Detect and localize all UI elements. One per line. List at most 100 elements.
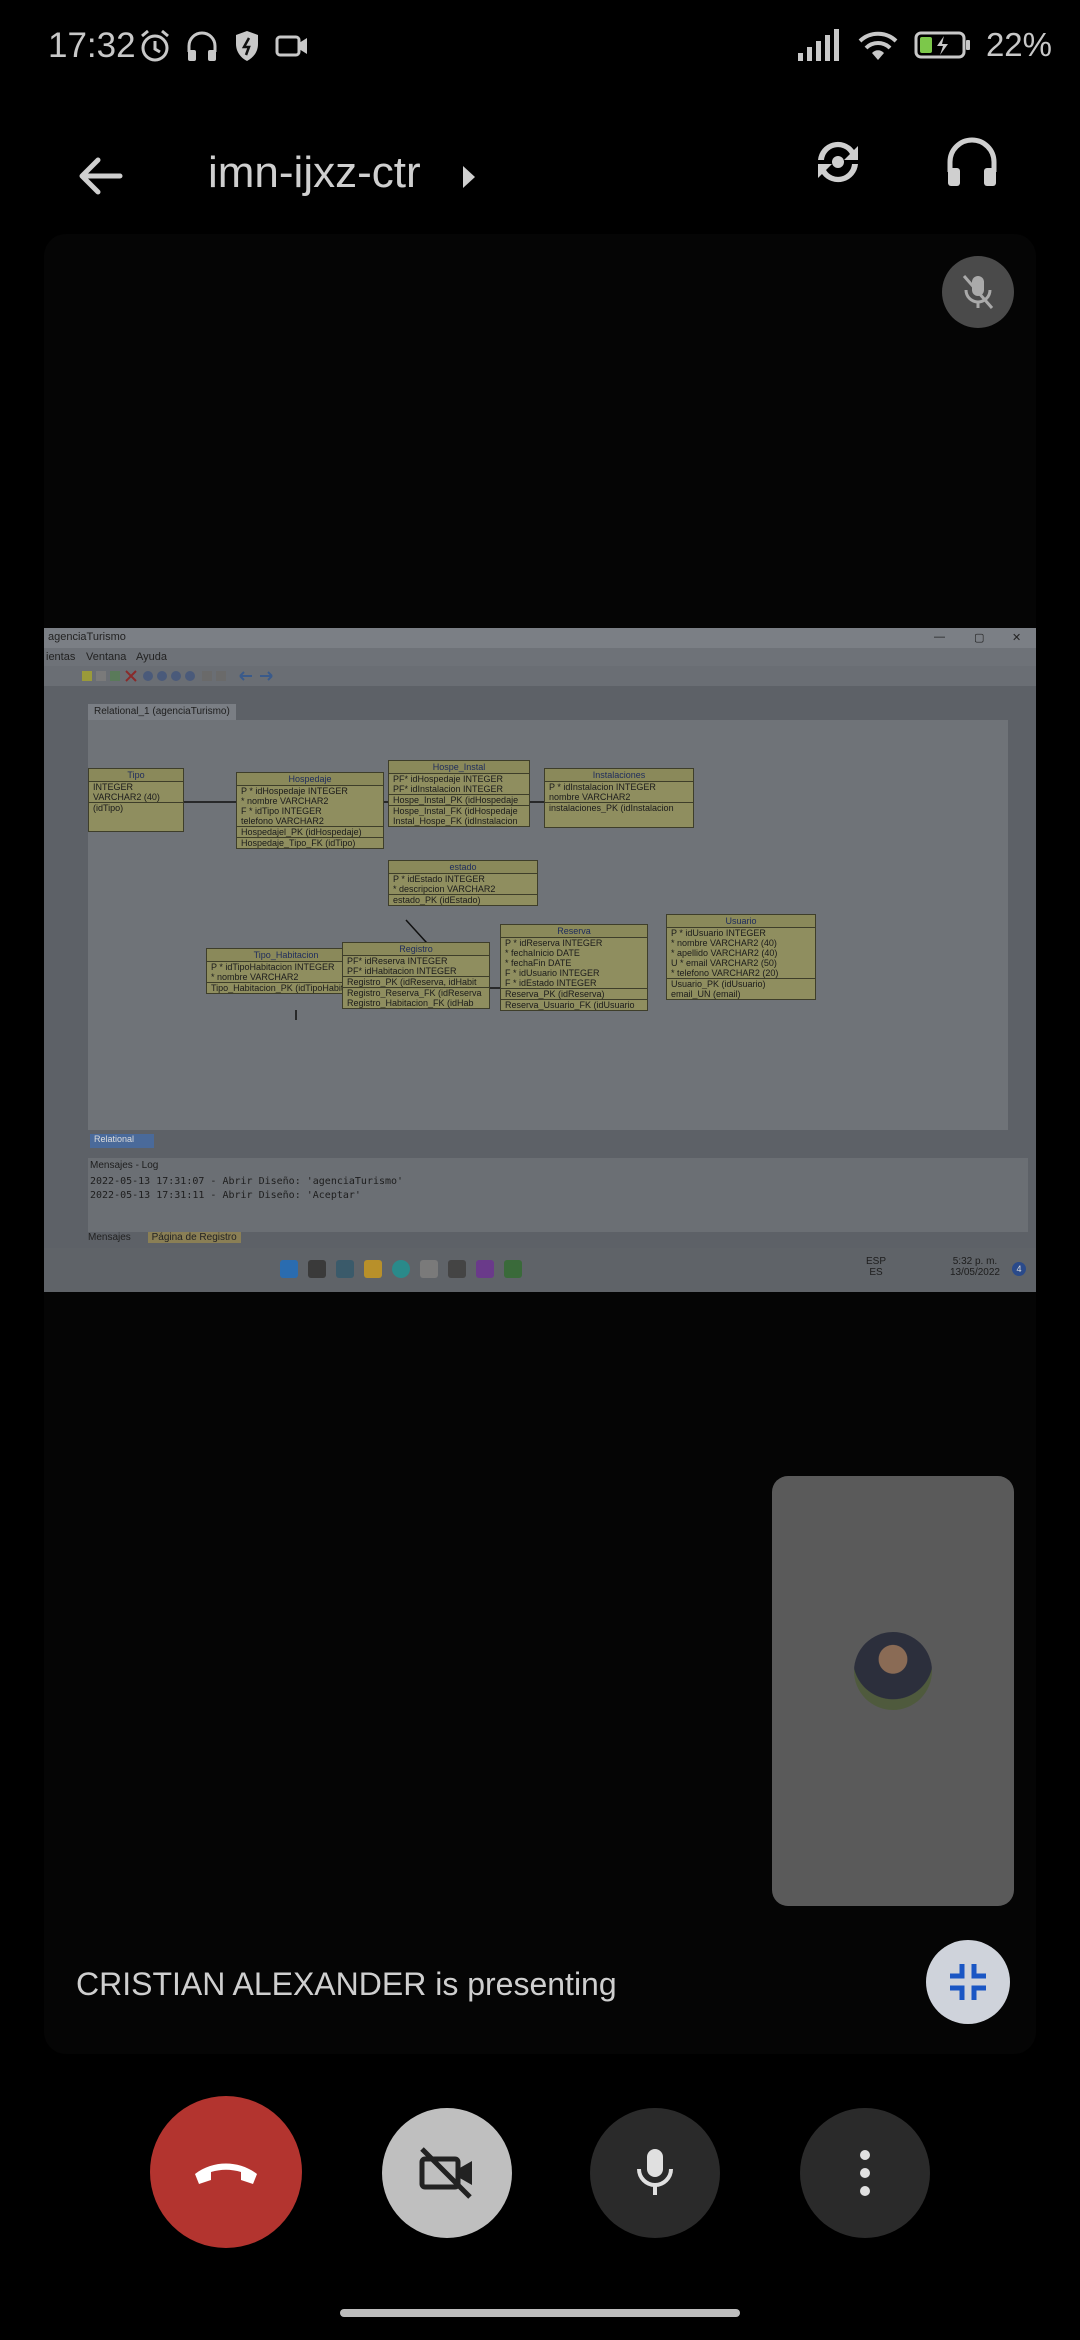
task-view-icon (308, 1260, 326, 1278)
status-left-icons (138, 28, 310, 64)
table-key: estado_PK (idEstado) (389, 894, 537, 905)
close-window-icon: ✕ (1012, 632, 1022, 644)
table-key: Reserva_PK (idReserva) (501, 988, 647, 999)
wifi-icon (858, 31, 898, 60)
home-indicator[interactable] (340, 2309, 740, 2317)
table-title: Usuario (667, 915, 815, 928)
table-key: Registro_Habitacion_FK (idHab (347, 998, 474, 1008)
shared-screen: agenciaTurismo — ▢ ✕ ientas Ventana Ayuda … (44, 628, 1036, 1292)
chevron-right-icon[interactable] (460, 164, 478, 190)
table-column: VARCHAR2 (40) (93, 792, 160, 802)
table-column: PF* idHospedaje INTEGER (393, 774, 504, 784)
menu-item: ientas (46, 651, 76, 663)
table-column: PF* idReserva INTEGER (347, 956, 448, 966)
battery-percent: 22% (985, 26, 1052, 63)
table-key: Reserva_Usuario_FK (idUsuario (501, 999, 647, 1010)
table-instalaciones: Instalaciones P * idInstalacion INTEGER … (544, 768, 694, 828)
mic-off-icon (962, 275, 994, 309)
visual-studio-icon (476, 1260, 494, 1278)
minimize-window-icon: — (934, 631, 945, 643)
table-key: email_UN (email) (671, 989, 741, 999)
menu-item: Ventana (86, 651, 127, 663)
table-estado: estado P * idEstado INTEGER * descripcio… (388, 860, 538, 906)
table-column: F * idTipo INTEGER (241, 806, 322, 816)
sql-developer-icon (504, 1260, 522, 1278)
self-view-tile[interactable] (772, 1476, 1014, 1906)
table-title: Tipo (89, 769, 183, 782)
table-column: P * idReserva INTEGER (505, 938, 603, 948)
meeting-code[interactable]: imn-ijxz-ctr (208, 148, 421, 198)
table-column: PF* idInstalacion INTEGER (393, 784, 504, 794)
desktop-icon (336, 1260, 354, 1278)
call-controls (0, 2096, 1080, 2248)
table-key: Hospedaje_Tipo_FK (idTipo) (237, 837, 383, 848)
table-column: U * email VARCHAR2 (50) (671, 958, 777, 968)
file-explorer-icon (364, 1260, 382, 1278)
presenting-label: CRISTIAN ALEXANDER is presenting (76, 1966, 617, 2002)
window-menu-bar: ientas Ventana Ayuda (44, 648, 1036, 666)
table-column: PF* idHabitacion INTEGER (347, 966, 457, 976)
back-arrow-icon[interactable] (72, 148, 128, 204)
table-registro: Registro PF* idReserva INTEGER PF* idHab… (342, 942, 490, 1009)
taskbar-time: 5:32 p. m. (952, 1256, 998, 1267)
log-panel: Mensajes - Log 2022-05-13 17:31:07 - Abr… (88, 1158, 1028, 1232)
table-key: Hospe_Instal_PK (idHospedaje (389, 794, 529, 805)
er-diagram-canvas: Tipo INTEGER VARCHAR2 (40) (idTipo) Hosp… (88, 720, 1008, 1130)
table-usuario: Usuario P * idUsuario INTEGER * nombre V… (666, 914, 816, 1000)
microphone-button[interactable] (590, 2108, 720, 2238)
taskbar-clock: 5:32 p. m. 13/05/2022 (950, 1256, 1000, 1278)
table-tipo: Tipo INTEGER VARCHAR2 (40) (idTipo) (88, 768, 184, 832)
avatar (854, 1632, 932, 1710)
status-time: 17:32 (48, 26, 136, 65)
switch-camera-icon[interactable] (806, 130, 870, 194)
video-icon (275, 35, 307, 57)
log-tabs: Mensajes Página de Registro (88, 1232, 241, 1243)
battery-charging-icon (914, 31, 970, 59)
edge-browser-icon (392, 1260, 410, 1278)
hang-up-button[interactable] (150, 2096, 302, 2248)
table-spacer (545, 813, 693, 827)
meeting-header: imn-ijxz-ctr (0, 110, 1080, 240)
table-column: * fechaInicio DATE (505, 948, 580, 958)
taskbar-language: ESP ES (866, 1256, 886, 1278)
table-key: Instal_Hospe_FK (idInstalacion (393, 816, 518, 826)
window-title: agenciaTurismo (48, 631, 126, 643)
table-column: F * idEstado INTEGER (505, 978, 597, 988)
table-column: P * idHospedaje INTEGER (241, 786, 348, 796)
table-column: INTEGER (93, 782, 134, 792)
more-vertical-icon (860, 2150, 870, 2196)
window-title-bar: agenciaTurismo — ▢ ✕ (44, 628, 1036, 648)
table-hospe-instal: Hospe_Instal PF* idHospedaje INTEGER PF*… (388, 760, 530, 827)
table-column: * descripcion VARCHAR2 (393, 884, 496, 894)
app-icon (448, 1260, 466, 1278)
table-column: P * idUsuario INTEGER (671, 928, 766, 938)
app-icon (420, 1260, 438, 1278)
table-title: Hospe_Instal (389, 761, 529, 774)
phone-hangup-icon (195, 2163, 257, 2184)
table-key: (idTipo) (89, 802, 183, 813)
table-title: estado (389, 861, 537, 874)
window-toolbar (44, 666, 1036, 686)
table-key: Registro_Reserva_FK (idReserva (343, 987, 489, 998)
table-key: Hospedajel_PK (idHospedaje) (237, 826, 383, 837)
table-title: Hospedaje (237, 773, 383, 786)
camera-toggle-button[interactable] (382, 2108, 512, 2238)
minimize-presentation-button[interactable] (926, 1940, 1010, 2024)
table-hospedaje: Hospedaje P * idHospedaje INTEGER * nomb… (236, 772, 384, 849)
camera-off-icon (419, 2147, 472, 2199)
taskbar-date: 13/05/2022 (949, 1267, 1000, 1278)
log-tab: Página de Registro (147, 1232, 241, 1243)
diagram-tab: Relational_1 (agenciaTurismo) (88, 704, 236, 720)
table-reserva: Reserva P * idReserva INTEGER * fechaIni… (500, 924, 648, 1011)
table-column: telefono VARCHAR2 (241, 816, 324, 826)
table-column: * apellido VARCHAR2 (40) (671, 948, 778, 958)
audio-output-icon[interactable] (940, 130, 1004, 194)
log-tab: Mensajes (88, 1232, 131, 1243)
more-options-button[interactable] (800, 2108, 930, 2238)
relational-sheet-tab: Relational (90, 1134, 154, 1148)
toolbar-icons (82, 670, 273, 682)
maximize-window-icon: ▢ (974, 632, 985, 644)
log-title: Mensajes - Log (90, 1160, 159, 1171)
table-column: * nombre VARCHAR2 (241, 796, 329, 806)
presentation-stage: agenciaTurismo — ▢ ✕ ientas Ventana Ayuda … (44, 234, 1036, 2054)
